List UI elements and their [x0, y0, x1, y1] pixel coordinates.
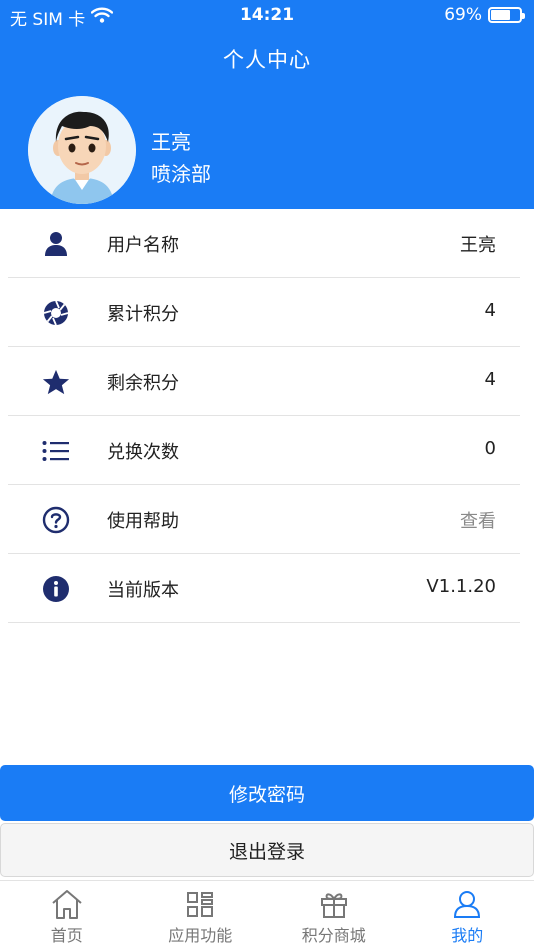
battery-icon: [488, 7, 525, 23]
tab-label: 我的: [451, 926, 484, 945]
status-bar: 无 SIM 卡 14:21 69%: [0, 0, 534, 32]
user-name: 王亮: [151, 130, 191, 154]
tab-label: 首页: [50, 926, 83, 945]
change-password-button[interactable]: 修改密码: [0, 765, 534, 821]
battery-percent: 69%: [444, 5, 482, 25]
row-label: 剩余积分: [107, 373, 179, 394]
row-redeem-count: 兑换次数 0: [8, 416, 520, 485]
row-remaining-points: 剩余积分 4: [8, 347, 520, 416]
row-label: 使用帮助: [107, 511, 179, 532]
row-help[interactable]: 使用帮助 查看: [8, 485, 520, 554]
home-icon: [50, 888, 84, 920]
row-label: 累计积分: [107, 304, 179, 325]
tab-points-mall[interactable]: 积分商城: [267, 881, 401, 950]
tab-home[interactable]: 首页: [0, 881, 134, 950]
row-value: 王亮: [460, 235, 496, 256]
tab-label: 应用功能: [168, 926, 233, 945]
row-label: 用户名称: [107, 235, 179, 256]
gift-icon: [317, 888, 351, 920]
row-version: 当前版本 V1.1.20: [8, 554, 520, 623]
tab-mine[interactable]: 我的: [401, 881, 534, 950]
row-value: 4: [484, 369, 496, 390]
status-right: 69%: [444, 5, 525, 25]
apps-icon: [183, 888, 217, 920]
tab-bar: 首页 应用功能 积分商城 我的: [0, 880, 534, 950]
list-icon: [42, 437, 70, 465]
tab-label: 积分商城: [301, 926, 366, 945]
user-department: 喷涂部: [151, 162, 211, 186]
view-link[interactable]: 查看: [460, 507, 496, 533]
logout-button[interactable]: 退出登录: [0, 823, 534, 877]
header: 无 SIM 卡 14:21 69% 个人中心 王亮 喷涂部: [0, 0, 534, 209]
user-icon: [450, 888, 484, 920]
row-user-name: 用户名称 王亮: [8, 209, 520, 278]
tab-apps[interactable]: 应用功能: [134, 881, 268, 950]
star-icon: [42, 368, 70, 396]
help-icon: [42, 506, 70, 534]
info-list: 用户名称 王亮 累计积分 4 剩余积分 4 兑换次数 0 使用帮助 查看 当前版…: [0, 209, 534, 623]
avatar[interactable]: [28, 96, 136, 204]
row-value: V1.1.20: [426, 576, 496, 597]
aperture-icon: [42, 299, 70, 327]
row-label: 当前版本: [107, 580, 179, 601]
row-label: 兑换次数: [107, 442, 179, 463]
info-icon: [42, 575, 70, 603]
page-title: 个人中心: [223, 48, 311, 72]
battery-fill: [491, 10, 511, 20]
row-value: 4: [484, 300, 496, 321]
person-icon: [42, 230, 70, 258]
row-total-points: 累计积分 4: [8, 278, 520, 347]
row-value: 0: [484, 438, 496, 459]
